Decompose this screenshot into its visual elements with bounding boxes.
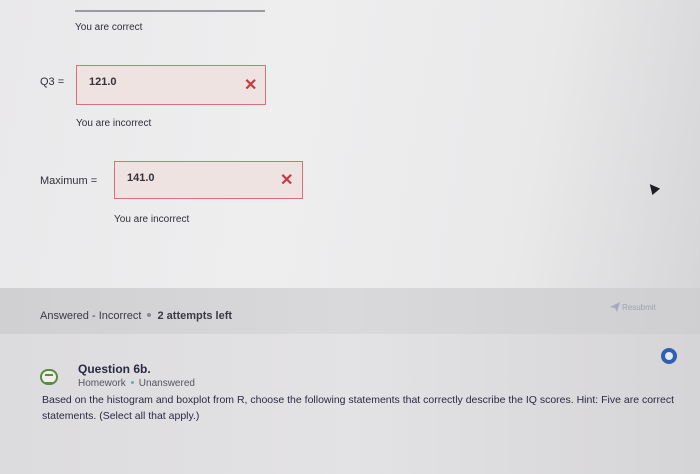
answer-panel	[0, 0, 700, 288]
previous-input-bottom-edge	[75, 0, 265, 12]
maximum-value: 141.0	[127, 172, 155, 184]
info-circle-icon[interactable]	[661, 348, 677, 364]
question-text: Based on the histogram and boxplot from …	[42, 394, 675, 422]
q3-label: Q3 =	[40, 76, 65, 88]
status-state: Answered - Incorrect	[40, 310, 142, 322]
submission-status: Answered - Incorrect 2 attempts left	[40, 310, 232, 322]
q3-feedback: You are incorrect	[76, 118, 152, 129]
attempts-left: 2 attempts left	[157, 310, 233, 322]
question-meta: Homework Unanswered	[78, 378, 195, 389]
incorrect-x-icon: ✕	[244, 77, 258, 94]
question-type: Homework	[78, 378, 126, 389]
q3-value: 121.0	[89, 76, 117, 88]
question-title: Question 6b.	[78, 362, 151, 376]
separator-dot	[130, 381, 134, 384]
paper-plane-icon	[610, 302, 620, 312]
resubmit-label: Resubmit	[622, 303, 656, 312]
question-list-icon	[40, 369, 58, 385]
resubmit-button[interactable]: Resubmit	[610, 302, 656, 312]
q3-input[interactable]: 121.0 ✕	[76, 65, 266, 105]
info-circle-inner	[665, 352, 673, 360]
incorrect-x-icon: ✕	[280, 172, 294, 189]
separator-dot	[147, 313, 152, 317]
question-status: Unanswered	[138, 378, 195, 389]
maximum-feedback: You are incorrect	[114, 214, 190, 225]
previous-feedback: You are correct	[75, 22, 143, 33]
maximum-label: Maximum =	[40, 175, 98, 187]
maximum-input[interactable]: 141.0 ✕	[114, 161, 303, 199]
